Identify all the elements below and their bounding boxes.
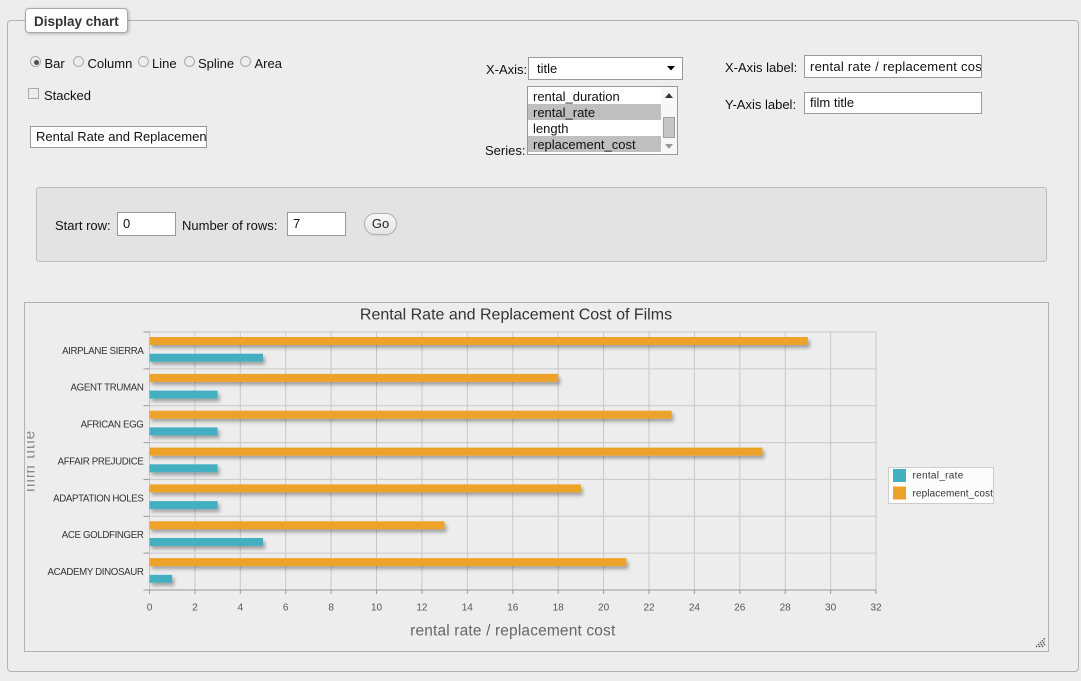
- svg-text:ACE GOLDFINGER: ACE GOLDFINGER: [62, 530, 144, 541]
- svg-text:26: 26: [734, 603, 746, 614]
- svg-text:18: 18: [553, 603, 565, 614]
- svg-text:12: 12: [416, 603, 428, 614]
- svg-text:0: 0: [147, 603, 153, 614]
- svg-text:32: 32: [870, 603, 882, 614]
- svg-text:ADAPTATION HOLES: ADAPTATION HOLES: [53, 493, 144, 504]
- svg-text:AIRPLANE SIERRA: AIRPLANE SIERRA: [62, 346, 144, 357]
- svg-text:20: 20: [598, 603, 610, 614]
- svg-text:24: 24: [689, 603, 701, 614]
- svg-text:AFFAIR PREJUDICE: AFFAIR PREJUDICE: [58, 456, 145, 467]
- svg-text:AGENT TRUMAN: AGENT TRUMAN: [71, 383, 144, 394]
- svg-text:replacement_cost: replacement_cost: [913, 489, 994, 500]
- svg-text:10: 10: [371, 603, 383, 614]
- svg-text:30: 30: [825, 603, 837, 614]
- svg-text:28: 28: [780, 603, 792, 614]
- svg-text:8: 8: [328, 603, 334, 614]
- svg-text:AFRICAN EGG: AFRICAN EGG: [81, 420, 144, 431]
- svg-text:6: 6: [283, 603, 289, 614]
- svg-text:film title: film title: [27, 430, 39, 493]
- svg-text:rental rate / replacement cost: rental rate / replacement cost: [410, 623, 616, 640]
- svg-text:2: 2: [192, 603, 198, 614]
- svg-text:Rental Rate and Replacement Co: Rental Rate and Replacement Cost of Film…: [360, 307, 672, 324]
- svg-text:16: 16: [507, 603, 519, 614]
- svg-text:4: 4: [238, 603, 244, 614]
- svg-text:14: 14: [462, 603, 474, 614]
- svg-text:rental_rate: rental_rate: [913, 471, 964, 482]
- svg-text:22: 22: [643, 603, 655, 614]
- svg-text:ACADEMY DINOSAUR: ACADEMY DINOSAUR: [48, 567, 144, 578]
